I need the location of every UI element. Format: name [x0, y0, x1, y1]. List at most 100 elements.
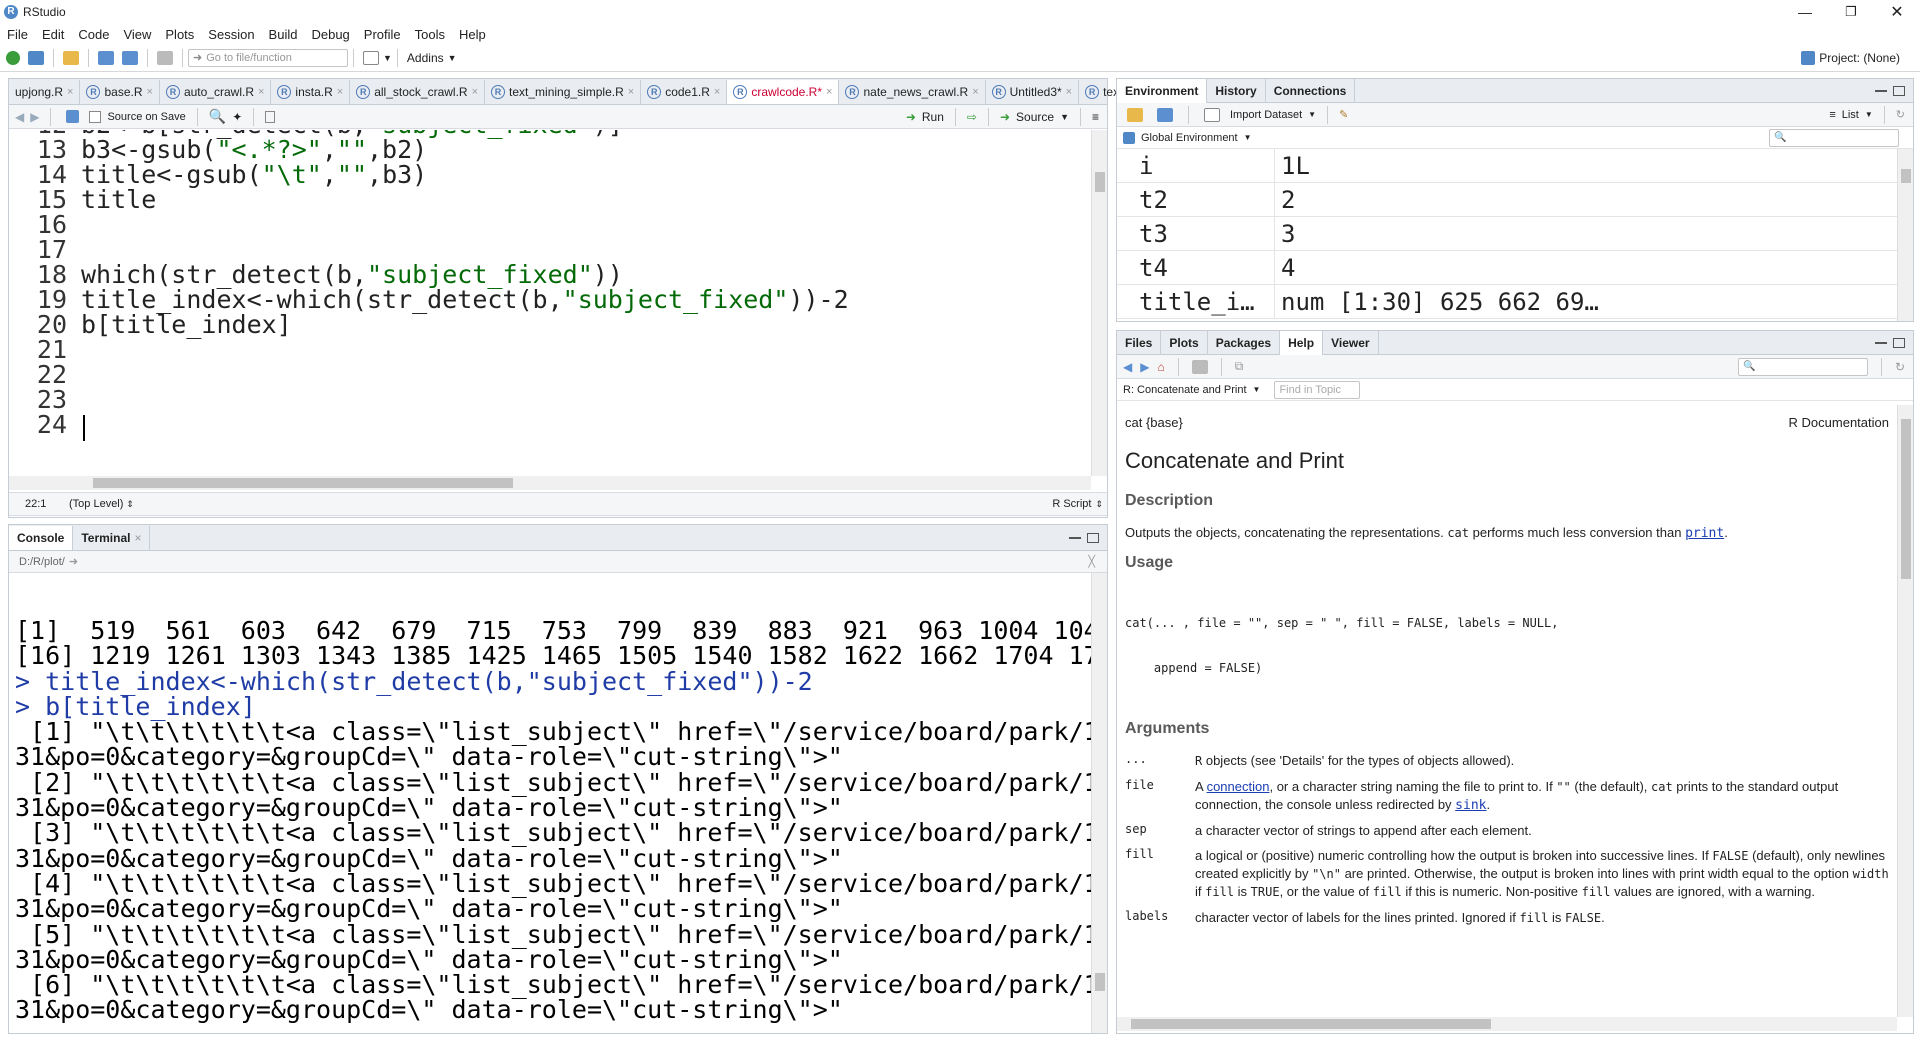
source-tab[interactable]: Rcode1.R ×	[641, 79, 728, 104]
magic-wand-icon[interactable]: ✦	[232, 110, 242, 124]
console-vertical-scrollbar[interactable]	[1091, 573, 1107, 1033]
env-variable-row[interactable]: t2 2	[1117, 183, 1897, 217]
close-button[interactable]: ✕	[1874, 2, 1920, 22]
env-variable-row[interactable]: i 1L	[1117, 149, 1897, 183]
help-horizontal-scrollbar[interactable]	[1117, 1017, 1897, 1031]
source-button[interactable]: Source	[1016, 110, 1054, 124]
menu-plots[interactable]: Plots	[165, 27, 194, 42]
close-tab-icon[interactable]: ×	[714, 86, 720, 98]
environment-scope-selector[interactable]: Global Environment	[1141, 132, 1238, 144]
menu-debug[interactable]: Debug	[311, 27, 349, 42]
tab-console[interactable]: Console	[9, 525, 74, 550]
find-in-topic-input[interactable]: Find in Topic	[1274, 380, 1361, 399]
compile-report-icon[interactable]	[265, 110, 276, 123]
editor-vertical-scrollbar[interactable]	[1091, 130, 1107, 476]
tab-help[interactable]: Help	[1280, 330, 1324, 355]
close-tab-icon[interactable]: ×	[628, 86, 634, 98]
new-file-icon[interactable]	[6, 50, 20, 65]
menu-edit[interactable]: Edit	[42, 27, 64, 42]
editor-horizontal-scrollbar[interactable]	[9, 476, 1091, 490]
broom-icon[interactable]: ✎	[1339, 108, 1348, 121]
forward-icon[interactable]: ▶	[1140, 360, 1149, 374]
file-type-selector[interactable]: R Script	[1052, 498, 1091, 510]
help-search-input[interactable]: 🔍	[1737, 357, 1868, 376]
source-tab[interactable]: Rbase.R ×	[80, 79, 160, 104]
connection-link[interactable]: connection	[1207, 779, 1270, 794]
close-icon[interactable]: ×	[134, 531, 141, 545]
refresh-icon[interactable]: ↻	[1896, 108, 1905, 121]
help-topic-selector[interactable]: R: Concatenate and Print	[1123, 384, 1247, 396]
menu-help[interactable]: Help	[459, 27, 486, 42]
open-in-window-icon[interactable]: ⧉	[1235, 359, 1244, 374]
menu-tools[interactable]: Tools	[415, 27, 445, 42]
outline-icon[interactable]: ≡	[1092, 110, 1099, 124]
save-icon[interactable]	[66, 110, 80, 123]
minimize-pane-icon[interactable]	[1875, 341, 1887, 344]
source-tab[interactable]: upjong.R ×	[9, 79, 81, 104]
source-tab[interactable]: Rnate_news_crawl.R ×	[839, 79, 986, 104]
console-output[interactable]: [1] 519 561 603 642 679 715 753 799 839 …	[9, 573, 1091, 1033]
restore-button[interactable]: ❐	[1828, 4, 1874, 20]
minimize-pane-icon[interactable]	[1875, 89, 1887, 92]
back-icon[interactable]: ◀	[1123, 360, 1132, 374]
maximize-pane-icon[interactable]	[1893, 85, 1905, 96]
menu-code[interactable]: Code	[78, 27, 109, 42]
tab-files[interactable]: Files	[1117, 330, 1162, 355]
source-tab[interactable]: Rtext_mining_simple.R ×	[485, 79, 642, 104]
print-icon[interactable]	[157, 50, 173, 65]
save-icon[interactable]	[98, 50, 114, 65]
source-tab[interactable]: Rcrawlcode.R* ×	[727, 79, 840, 104]
refresh-icon[interactable]: ↻	[1895, 360, 1905, 374]
tab-connections[interactable]: Connections	[1266, 78, 1356, 103]
back-icon[interactable]: ◀	[15, 110, 24, 124]
new-project-icon[interactable]	[28, 50, 44, 65]
code-editor[interactable]: 12b2<-b[str_detect(b,"subject_fixed")]13…	[9, 130, 1091, 476]
close-tab-icon[interactable]: ×	[1066, 86, 1072, 98]
print-link[interactable]: print	[1685, 526, 1724, 541]
minimize-button[interactable]: —	[1782, 4, 1828, 20]
save-workspace-icon[interactable]	[1157, 107, 1173, 122]
maximize-pane-icon[interactable]	[1893, 337, 1905, 348]
minimize-pane-icon[interactable]	[1069, 536, 1081, 539]
tab-packages[interactable]: Packages	[1208, 330, 1281, 355]
source-tab[interactable]: Rinsta.R ×	[271, 79, 351, 104]
close-tab-icon[interactable]: ×	[826, 86, 832, 98]
goto-file-input[interactable]: ➜ Go to file/function	[188, 48, 348, 67]
print-icon[interactable]	[1191, 359, 1208, 374]
addins-button[interactable]: Addins	[407, 51, 444, 65]
tab-plots[interactable]: Plots	[1161, 330, 1208, 355]
tab-viewer[interactable]: Viewer	[1323, 330, 1379, 355]
save-all-icon[interactable]	[122, 50, 138, 65]
close-tab-icon[interactable]: ×	[337, 86, 343, 98]
menu-view[interactable]: View	[123, 27, 151, 42]
env-vertical-scrollbar[interactable]	[1897, 149, 1913, 321]
menu-session[interactable]: Session	[208, 27, 254, 42]
tab-history[interactable]: History	[1207, 78, 1266, 103]
env-variable-row[interactable]: t4 4	[1117, 251, 1897, 285]
tab-environment[interactable]: Environment	[1117, 78, 1208, 103]
tab-terminal[interactable]: Terminal ×	[73, 525, 151, 550]
search-icon[interactable]: 🔍	[209, 108, 226, 125]
view-mode-selector[interactable]: List	[1842, 109, 1859, 121]
import-dataset-button[interactable]: Import Dataset	[1230, 109, 1302, 121]
menu-file[interactable]: File	[7, 27, 28, 42]
forward-icon[interactable]: ▶	[30, 110, 39, 124]
grid-layout-icon[interactable]	[363, 50, 379, 65]
scope-selector[interactable]: (Top Level)	[69, 498, 123, 510]
close-tab-icon[interactable]: ×	[147, 86, 153, 98]
help-vertical-scrollbar[interactable]	[1897, 405, 1913, 1017]
source-on-save-checkbox[interactable]	[89, 110, 102, 123]
env-variable-row[interactable]: t3 3	[1117, 217, 1897, 251]
close-tab-icon[interactable]: ×	[258, 86, 264, 98]
env-search-input[interactable]: 🔍	[1769, 128, 1899, 147]
menu-profile[interactable]: Profile	[364, 27, 401, 42]
close-tab-icon[interactable]: ×	[472, 86, 478, 98]
goto-directory-icon[interactable]: ➜	[69, 555, 78, 568]
close-tab-icon[interactable]: ×	[972, 86, 978, 98]
run-button[interactable]: Run	[922, 110, 944, 124]
menu-build[interactable]: Build	[269, 27, 298, 42]
project-menu[interactable]: Project: (None)	[1819, 51, 1900, 65]
maximize-pane-icon[interactable]	[1087, 532, 1099, 543]
home-icon[interactable]: ⌂	[1157, 360, 1164, 374]
source-tab[interactable]: R Untitled3* ×	[986, 79, 1080, 104]
